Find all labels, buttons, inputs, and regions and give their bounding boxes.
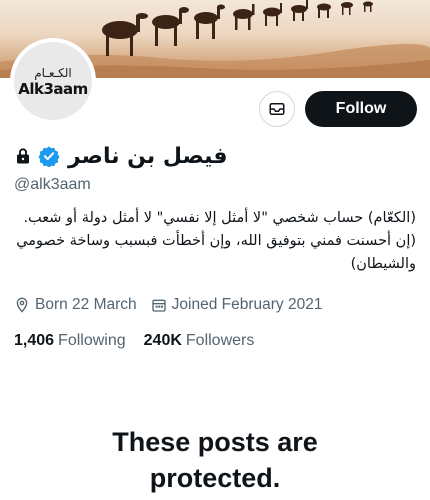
envelope-icon <box>269 103 285 115</box>
followers-label: Followers <box>185 332 255 349</box>
bio-line: (الكعّام) حساب شخصي "لا أمثل إلا نفسي" ل… <box>23 210 416 226</box>
join-date: Joined February 2021 <box>151 296 323 314</box>
profile-bio: (الكعّام) حساب شخصي "لا أمثل إلا نفسي" ل… <box>10 207 416 276</box>
protected-posts-message: These posts are protected. <box>0 424 430 496</box>
display-name-row: فيصل بن ناصر <box>14 141 228 171</box>
username-handle: @alk3aam <box>14 176 91 193</box>
birth-date: Born 22 March <box>14 296 137 314</box>
followers-link[interactable]: 240K Followers <box>144 332 255 350</box>
message-button[interactable] <box>259 91 295 127</box>
lock-icon <box>17 148 29 164</box>
follow-button[interactable]: Follow <box>305 91 417 127</box>
followers-count: 240K <box>143 332 182 349</box>
profile-meta: Born 22 March Joined February 2021 <box>14 296 336 314</box>
follow-stats: 1,406 Following 240K Followers <box>14 332 272 350</box>
protected-message-line: These posts are <box>112 427 318 457</box>
avatar-image: الكـعـام Alk3aam <box>14 42 92 120</box>
avatar-logo-arabic: الكـعـام <box>34 66 72 80</box>
bio-line: (إن أحسنت فمني بتوفيق الله، وإن أخطأت فب… <box>16 233 416 249</box>
following-count: 1,406 <box>14 332 55 349</box>
birth-date-text: Born 22 March <box>35 296 137 313</box>
display-name: فيصل بن ناصر <box>68 143 228 169</box>
calendar-icon <box>152 299 166 312</box>
avatar[interactable]: الكـعـام Alk3aam <box>10 38 96 124</box>
following-label: Following <box>58 332 126 349</box>
protected-message-line: protected. <box>149 463 281 493</box>
bio-line: والشيطان) <box>350 256 416 272</box>
avatar-logo-english: Alk3aam <box>18 80 88 98</box>
join-date-text: Joined February 2021 <box>171 296 323 313</box>
following-link[interactable]: 1,406 Following <box>14 332 126 350</box>
location-pin-icon <box>16 297 28 313</box>
verified-badge-icon[interactable] <box>38 145 60 167</box>
